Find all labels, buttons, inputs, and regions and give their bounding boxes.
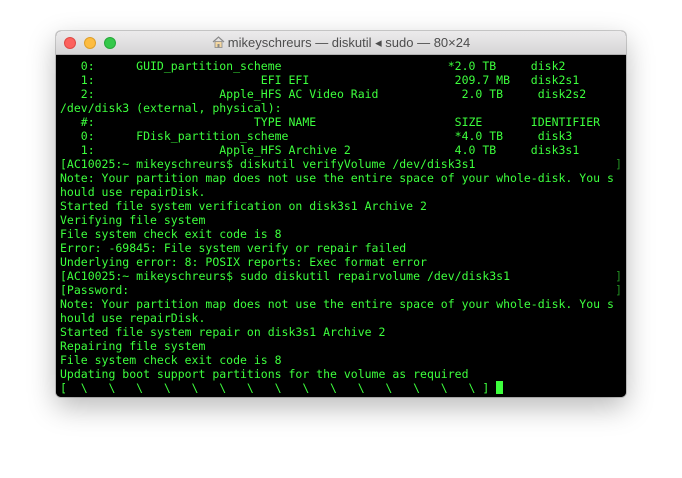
- terminal-line: /dev/disk3 (external, physical):: [60, 101, 622, 115]
- terminal-line-text: Note: Your partition map does not use th…: [60, 171, 614, 185]
- terminal-line: 0: GUID_partition_scheme *2.0 TB disk2: [60, 59, 622, 73]
- terminal-line: Started file system repair on disk3s1 Ar…: [60, 325, 622, 339]
- terminal-line-text: #: TYPE NAME SIZE IDENTIFIER: [60, 115, 601, 129]
- terminal-line: Note: Your partition map does not use th…: [60, 171, 622, 185]
- terminal-line: 1: EFI EFI 209.7 MB disk2s1: [60, 73, 622, 87]
- line-mark: ]: [615, 283, 622, 297]
- terminal-line-text: 1: Apple_HFS Archive 2 4.0 TB disk3s1: [60, 143, 580, 157]
- terminal-line: hould use repairDisk.: [60, 311, 622, 325]
- terminal-line-text: 0: GUID_partition_scheme *2.0 TB disk2: [60, 59, 566, 73]
- terminal-line: [ \ \ \ \ \ \ \ \ \ \ \ \ \ \ \ ]: [60, 381, 622, 395]
- terminal-line: [AC10025:~ mikeyschreurs$ diskutil verif…: [60, 157, 622, 171]
- terminal-line-text: 0: FDisk_partition_scheme *4.0 TB disk3: [60, 129, 573, 143]
- terminal-line-text: /dev/disk3 (external, physical):: [60, 101, 282, 115]
- terminal-line: Verifying file system: [60, 213, 622, 227]
- terminal-line-text: Note: Your partition map does not use th…: [60, 297, 614, 311]
- window-title: mikeyschreurs — diskutil ◂ sudo — 80×24: [227, 35, 471, 50]
- terminal-line: Error: -69845: File system verify or rep…: [60, 241, 622, 255]
- terminal-line-text: [Password:: [60, 283, 130, 297]
- terminal-line: 0: FDisk_partition_scheme *4.0 TB disk3: [60, 129, 622, 143]
- terminal-line-text: 2: Apple_HFS AC Video Raid 2.0 TB disk2s…: [60, 87, 587, 101]
- terminal-line: Note: Your partition map does not use th…: [60, 297, 622, 311]
- terminal-line-text: hould use repairDisk.: [60, 311, 206, 325]
- line-mark: ]: [615, 157, 622, 171]
- terminal-line-text: Underlying error: 8: POSIX reports: Exec…: [60, 255, 427, 269]
- terminal-line: hould use repairDisk.: [60, 185, 622, 199]
- terminal-content[interactable]: 0: GUID_partition_scheme *2.0 TB disk2 1…: [56, 55, 626, 397]
- window-title-container: mikeyschreurs — diskutil ◂ sudo — 80×24: [56, 31, 626, 55]
- terminal-output: 0: GUID_partition_scheme *2.0 TB disk2 1…: [60, 59, 622, 395]
- terminal-line-text: hould use repairDisk.: [60, 185, 206, 199]
- terminal-line-text: [AC10025:~ mikeyschreurs$ diskutil verif…: [60, 157, 476, 171]
- terminal-line-text: Error: -69845: File system verify or rep…: [60, 241, 407, 255]
- terminal-line-text: [AC10025:~ mikeyschreurs$ sudo diskutil …: [60, 269, 511, 283]
- terminal-line-text: File system check exit code is 8: [60, 353, 282, 367]
- terminal-line: 2: Apple_HFS AC Video Raid 2.0 TB disk2s…: [60, 87, 622, 101]
- terminal-line: #: TYPE NAME SIZE IDENTIFIER: [60, 115, 622, 129]
- terminal-line-text: 1: EFI EFI 209.7 MB disk2s1: [60, 73, 580, 87]
- terminal-line: Updating boot support partitions for the…: [60, 367, 622, 381]
- terminal-line-text: Started file system repair on disk3s1 Ar…: [60, 325, 386, 339]
- terminal-line-text: [ \ \ \ \ \ \ \ \ \ \ \ \ \ \ \ ]: [60, 381, 497, 395]
- terminal-line: 1: Apple_HFS Archive 2 4.0 TB disk3s1: [60, 143, 622, 157]
- terminal-line: Started file system verification on disk…: [60, 199, 622, 213]
- terminal-line-text: Repairing file system: [60, 339, 206, 353]
- terminal-line: File system check exit code is 8: [60, 227, 622, 241]
- terminal-window: mikeyschreurs — diskutil ◂ sudo — 80×24 …: [56, 31, 626, 397]
- terminal-line: [AC10025:~ mikeyschreurs$ sudo diskutil …: [60, 269, 622, 283]
- terminal-line-text: Verifying file system: [60, 213, 206, 227]
- terminal-line-text: Started file system verification on disk…: [60, 199, 427, 213]
- line-mark: ]: [615, 269, 622, 283]
- terminal-line: Repairing file system: [60, 339, 622, 353]
- text-cursor: [496, 381, 504, 394]
- terminal-line: [Password:]: [60, 283, 622, 297]
- terminal-line: File system check exit code is 8: [60, 353, 622, 367]
- home-folder-icon: [212, 36, 225, 48]
- title-bar[interactable]: mikeyschreurs — diskutil ◂ sudo — 80×24: [56, 31, 626, 55]
- terminal-line: Underlying error: 8: POSIX reports: Exec…: [60, 255, 622, 269]
- terminal-line-text: Updating boot support partitions for the…: [60, 367, 469, 381]
- terminal-line-text: File system check exit code is 8: [60, 227, 282, 241]
